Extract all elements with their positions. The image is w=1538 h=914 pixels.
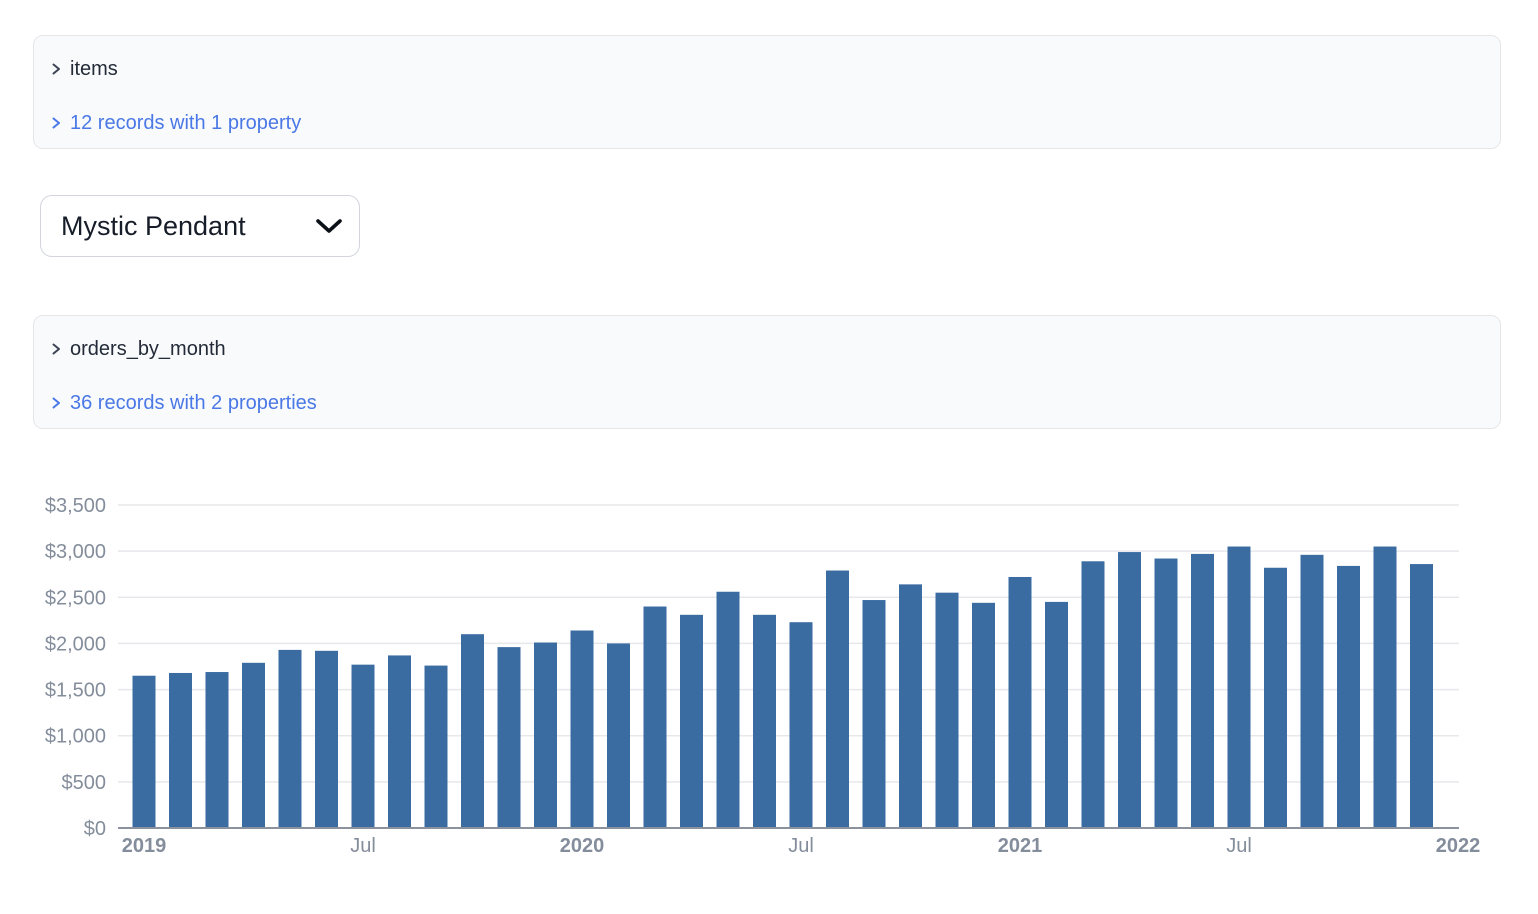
y-tick-label: $0 bbox=[84, 818, 106, 840]
bar bbox=[1155, 559, 1178, 828]
x-tick-label: Jul bbox=[1226, 835, 1252, 857]
bar bbox=[1264, 568, 1287, 828]
x-tick-label: 2019 bbox=[122, 835, 167, 857]
bar bbox=[498, 647, 521, 828]
bar bbox=[899, 584, 922, 828]
items-panel: items 12 records with 1 property bbox=[33, 35, 1501, 149]
bar bbox=[1374, 547, 1397, 828]
bar bbox=[425, 666, 448, 828]
x-tick-label: 2021 bbox=[998, 835, 1043, 857]
y-tick-label: $1,000 bbox=[45, 726, 106, 748]
bar bbox=[607, 643, 630, 828]
bar bbox=[826, 571, 849, 828]
orders-by-month-panel: orders_by_month 36 records with 2 proper… bbox=[33, 315, 1501, 429]
bar bbox=[1118, 552, 1141, 828]
chevron-right-icon bbox=[49, 394, 63, 412]
orders-by-month-panel-title: orders_by_month bbox=[70, 338, 226, 361]
orders-records-toggle[interactable]: 36 records with 2 properties bbox=[49, 390, 1476, 416]
bar bbox=[680, 615, 703, 828]
bar bbox=[717, 592, 740, 828]
orders-by-month-toggle[interactable]: orders_by_month bbox=[49, 336, 1476, 362]
items-panel-title: items bbox=[70, 58, 118, 81]
bar bbox=[279, 650, 302, 828]
bar bbox=[1045, 602, 1068, 828]
bar bbox=[242, 663, 265, 828]
x-tick-label: 2020 bbox=[560, 835, 605, 857]
bar bbox=[972, 603, 995, 828]
bar bbox=[1301, 555, 1324, 828]
bar bbox=[1009, 577, 1032, 828]
item-select-wrap: Mystic Pendant bbox=[40, 195, 360, 257]
y-tick-label: $2,000 bbox=[45, 633, 106, 655]
bar bbox=[461, 634, 484, 828]
chevron-right-icon bbox=[49, 340, 63, 358]
items-toggle[interactable]: items bbox=[49, 56, 1476, 82]
orders-by-month-bar-chart: $0 $500 $1,000 $1,500 $2,000 $2,500 $3,000 $3,5… bbox=[0, 479, 1538, 879]
x-tick-label: 2022 bbox=[1436, 835, 1481, 857]
bar-chart-svg: $0 $500 $1,000 $1,500 $2,000 $2,500 $3,000 $3,5… bbox=[0, 479, 1538, 879]
bar bbox=[1082, 561, 1105, 828]
items-records-summary: 12 records with 1 property bbox=[70, 112, 301, 135]
x-tick-label: Jul bbox=[350, 835, 376, 857]
chevron-right-icon bbox=[49, 114, 63, 132]
y-tick-label: $500 bbox=[62, 772, 107, 794]
orders-records-summary: 36 records with 2 properties bbox=[70, 392, 317, 415]
bar bbox=[936, 593, 959, 828]
bar bbox=[571, 631, 594, 828]
bar bbox=[790, 622, 813, 828]
item-select[interactable]: Mystic Pendant bbox=[40, 195, 360, 257]
bar bbox=[1228, 547, 1251, 828]
bar bbox=[133, 676, 156, 828]
bar bbox=[644, 607, 667, 828]
items-records-toggle[interactable]: 12 records with 1 property bbox=[49, 110, 1476, 136]
bar bbox=[534, 643, 557, 828]
y-tick-label: $2,500 bbox=[45, 587, 106, 609]
bar bbox=[352, 665, 375, 828]
bar bbox=[169, 673, 192, 828]
bar bbox=[1410, 564, 1433, 828]
bar bbox=[1191, 554, 1214, 828]
bar bbox=[753, 615, 776, 828]
x-tick-label: Jul bbox=[788, 835, 814, 857]
chevron-right-icon bbox=[49, 60, 63, 78]
y-tick-label: $3,500 bbox=[45, 495, 106, 517]
y-tick-label: $1,500 bbox=[45, 680, 106, 702]
bar bbox=[206, 672, 229, 828]
y-tick-label: $3,000 bbox=[45, 541, 106, 563]
bar bbox=[315, 651, 338, 828]
bar bbox=[863, 600, 886, 828]
bar bbox=[388, 655, 411, 828]
bar bbox=[1337, 566, 1360, 828]
